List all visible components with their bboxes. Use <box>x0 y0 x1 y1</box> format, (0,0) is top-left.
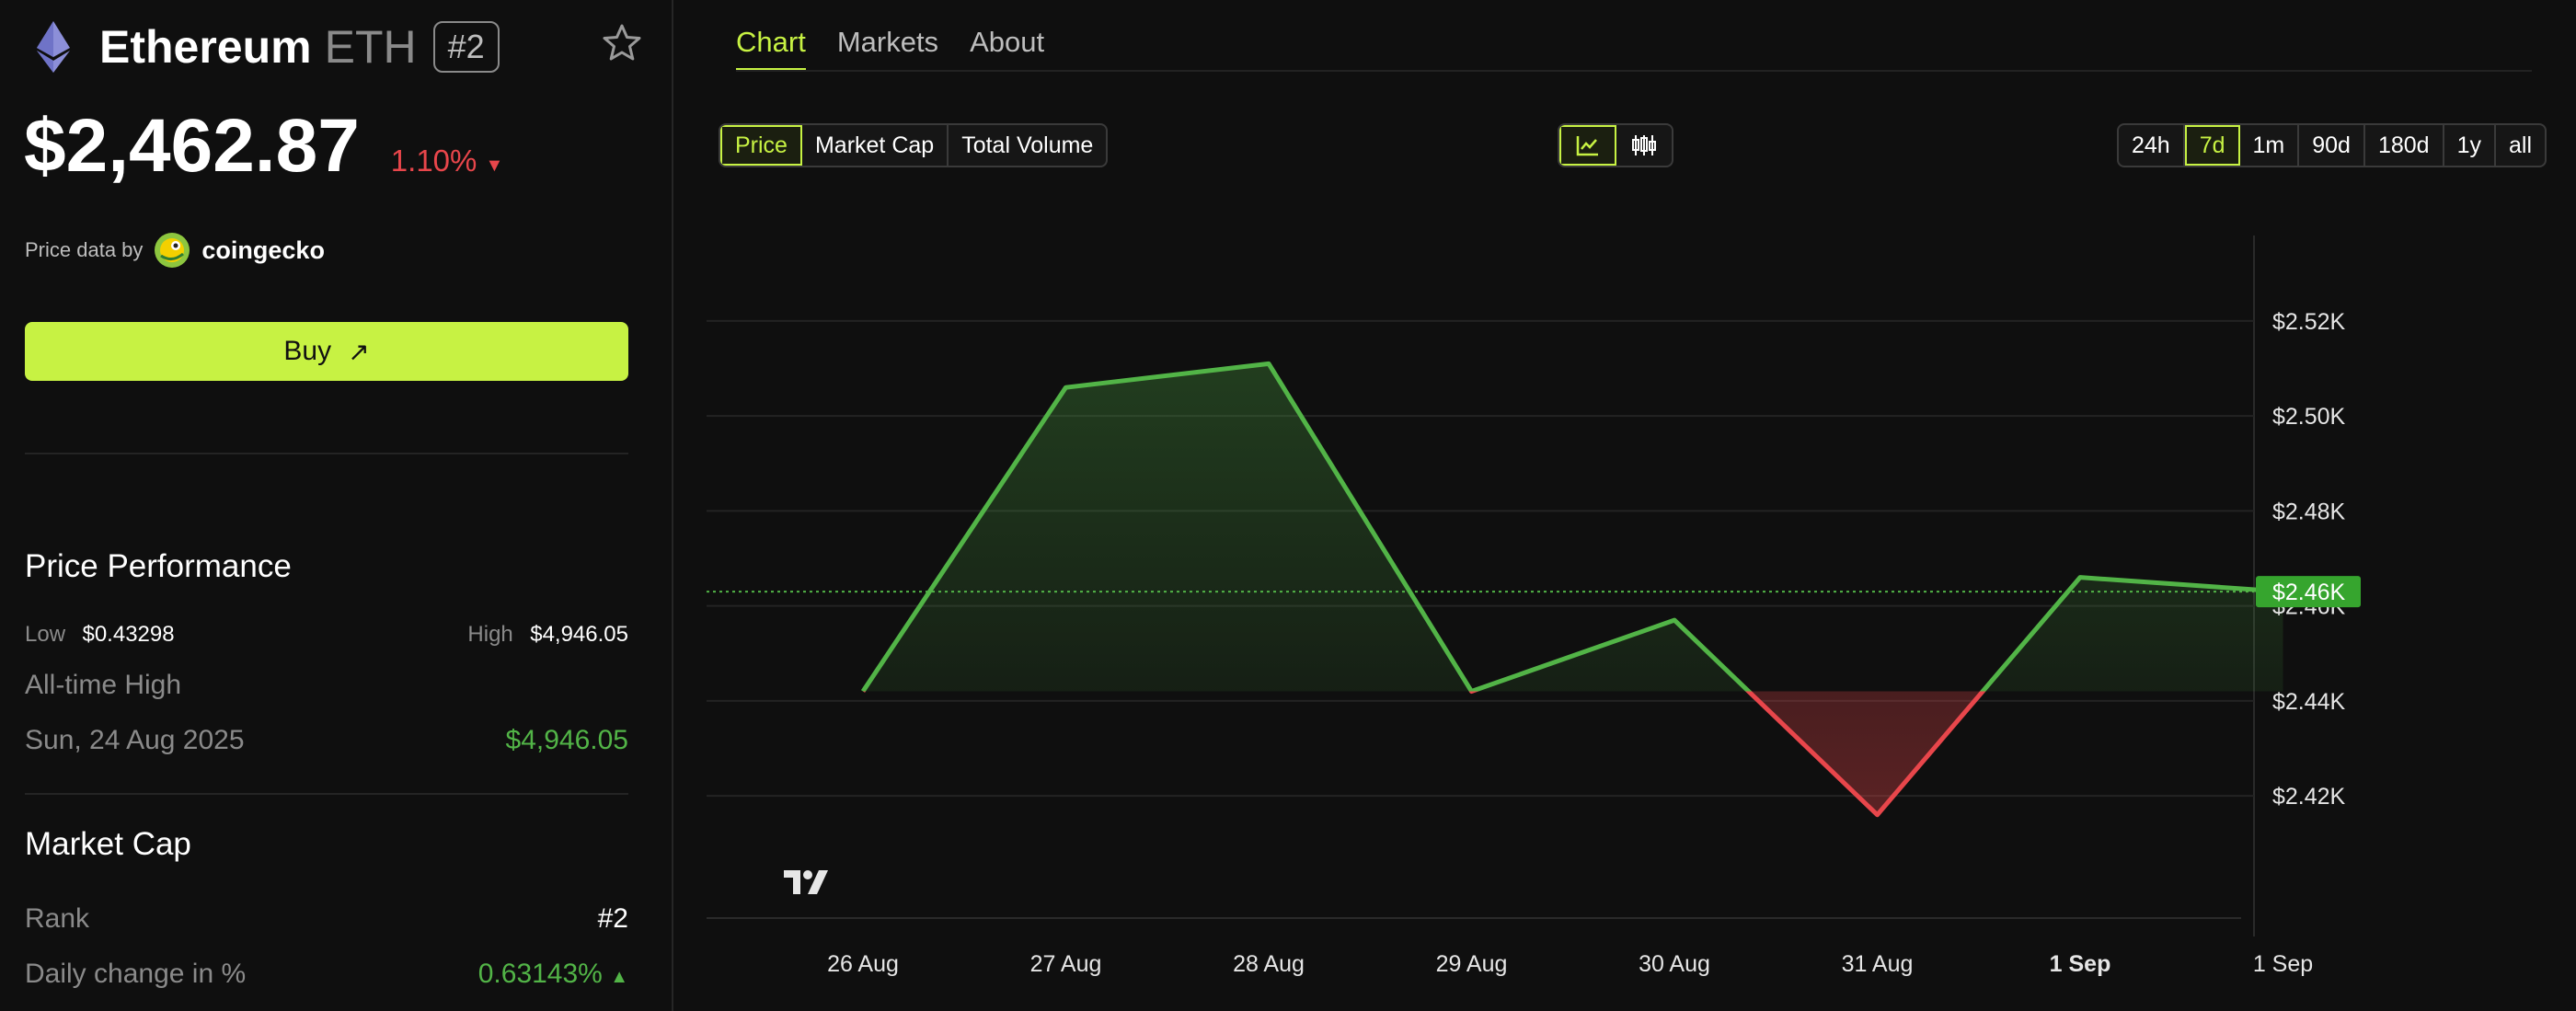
coin-sidebar: Ethereum ETH #2 $2,462.87 1.10% ▼ Price … <box>0 0 673 1011</box>
ath-date: Sun, 24 Aug 2025 <box>25 725 245 755</box>
ath-value: $4,946.05 <box>505 725 628 755</box>
tradingview-logo-icon <box>784 870 828 894</box>
price-row: $2,462.87 1.10% ▼ <box>24 103 503 190</box>
ath-label: All-time High <box>25 670 182 700</box>
x-tick-label: 31 Aug <box>1842 951 1914 977</box>
range-1m[interactable]: 1m <box>2240 125 2300 166</box>
divider <box>25 453 628 454</box>
provider-name[interactable]: coingecko <box>201 236 325 265</box>
low-label: Low <box>25 622 66 647</box>
coin-symbol: ETH <box>324 21 417 73</box>
y-tick-label: $2.48K <box>2272 499 2346 524</box>
metric-price[interactable]: Price <box>720 125 802 166</box>
daily-change-value: 0.63143% ▲ <box>478 959 628 990</box>
divider <box>25 793 628 795</box>
range-180d[interactable]: 180d <box>2365 125 2444 166</box>
market-cap-title: Market Cap <box>25 826 191 862</box>
price-change: 1.10% ▼ <box>391 144 504 178</box>
down-arrow-icon: ▼ <box>485 155 504 176</box>
rank-row: Rank #2 <box>25 903 628 935</box>
x-tick-label: 28 Aug <box>1233 951 1305 977</box>
y-tick-label: $2.50K <box>2272 404 2346 430</box>
tab-divider <box>736 70 2532 72</box>
ath-row: Sun, 24 Aug 2025 $4,946.05 <box>25 725 628 756</box>
range-90d[interactable]: 90d <box>2299 125 2365 166</box>
high-value: $4,946.05 <box>530 622 628 647</box>
rank-label: Rank <box>25 903 90 934</box>
arrow-up-right-icon: ↗ <box>348 337 370 366</box>
range-all[interactable]: all <box>2496 125 2545 166</box>
metric-total-volume[interactable]: Total Volume <box>949 125 1106 166</box>
coingecko-logo-icon <box>155 233 190 268</box>
star-icon[interactable] <box>602 22 642 63</box>
price-performance-title: Price Performance <box>25 548 292 584</box>
y-tick-label: $2.52K <box>2272 309 2346 335</box>
coin-name: Ethereum <box>99 21 312 73</box>
x-tick-label: 30 Aug <box>1639 951 1710 977</box>
tab-markets[interactable]: Markets <box>837 26 938 72</box>
price-data-attribution: Price data by coingecko <box>25 232 325 269</box>
ethereum-logo-icon <box>37 21 70 73</box>
current-price: $2,462.87 <box>24 104 360 188</box>
ath-label-row: All-time High <box>25 670 628 701</box>
range-1y[interactable]: 1y <box>2444 125 2496 166</box>
metric-market-cap[interactable]: Market Cap <box>802 125 949 166</box>
high-label: High <box>467 622 513 647</box>
chart-type-selector <box>1558 123 1673 167</box>
x-tick-label: 29 Aug <box>1436 951 1508 977</box>
x-tick-label: 27 Aug <box>1030 951 1102 977</box>
low-high-row: Low $0.43298 High $4,946.05 <box>25 622 628 648</box>
range-24h[interactable]: 24h <box>2119 125 2185 166</box>
rank-badge: #2 <box>432 21 500 73</box>
daily-change-label: Daily change in % <box>25 959 247 989</box>
line-chart-icon <box>1576 136 1598 156</box>
candlestick-icon <box>1632 135 1656 155</box>
tab-about[interactable]: About <box>970 26 1044 72</box>
x-tick-label: 1 Sep <box>2050 951 2111 977</box>
price-data-label: Price data by <box>25 238 144 261</box>
daily-change-number: 0.63143% <box>477 959 603 989</box>
price-change-value: 1.10% <box>390 144 477 178</box>
price-chart-svg[interactable]: $2.52K$2.50K$2.48K$2.46K$2.44K$2.42K$2.4… <box>675 212 2576 1011</box>
daily-change-row: Daily change in % 0.63143% ▲ <box>25 959 628 990</box>
range-7d[interactable]: 7d <box>2184 125 2240 166</box>
buy-button[interactable]: Buy ↗ <box>25 322 628 381</box>
tab-chart[interactable]: Chart <box>736 26 806 72</box>
current-price-label: $2.46K <box>2272 580 2346 605</box>
x-tick-label: 26 Aug <box>827 951 899 977</box>
metric-selector: Price Market Cap Total Volume <box>719 123 1109 167</box>
up-arrow-icon: ▲ <box>610 967 628 987</box>
time-range-selector: 24h 7d 1m 90d 180d 1y all <box>2116 123 2547 167</box>
y-tick-label: $2.44K <box>2272 689 2346 715</box>
low-value: $0.43298 <box>82 622 175 647</box>
coin-header: Ethereum ETH #2 <box>35 18 642 75</box>
y-tick-label: $2.42K <box>2272 784 2346 810</box>
x-tick-label: 1 Sep <box>2253 951 2313 977</box>
line-chart-button[interactable] <box>1559 125 1616 166</box>
chart-panel: Chart Markets About Price Market Cap Tot… <box>675 0 2576 1011</box>
candlestick-chart-button[interactable] <box>1616 125 1672 166</box>
tab-bar: Chart Markets About <box>736 26 1075 72</box>
rank-value: #2 <box>597 903 628 934</box>
buy-button-label: Buy <box>283 336 332 366</box>
price-chart[interactable]: $2.52K$2.50K$2.48K$2.46K$2.44K$2.42K$2.4… <box>675 212 2576 1011</box>
